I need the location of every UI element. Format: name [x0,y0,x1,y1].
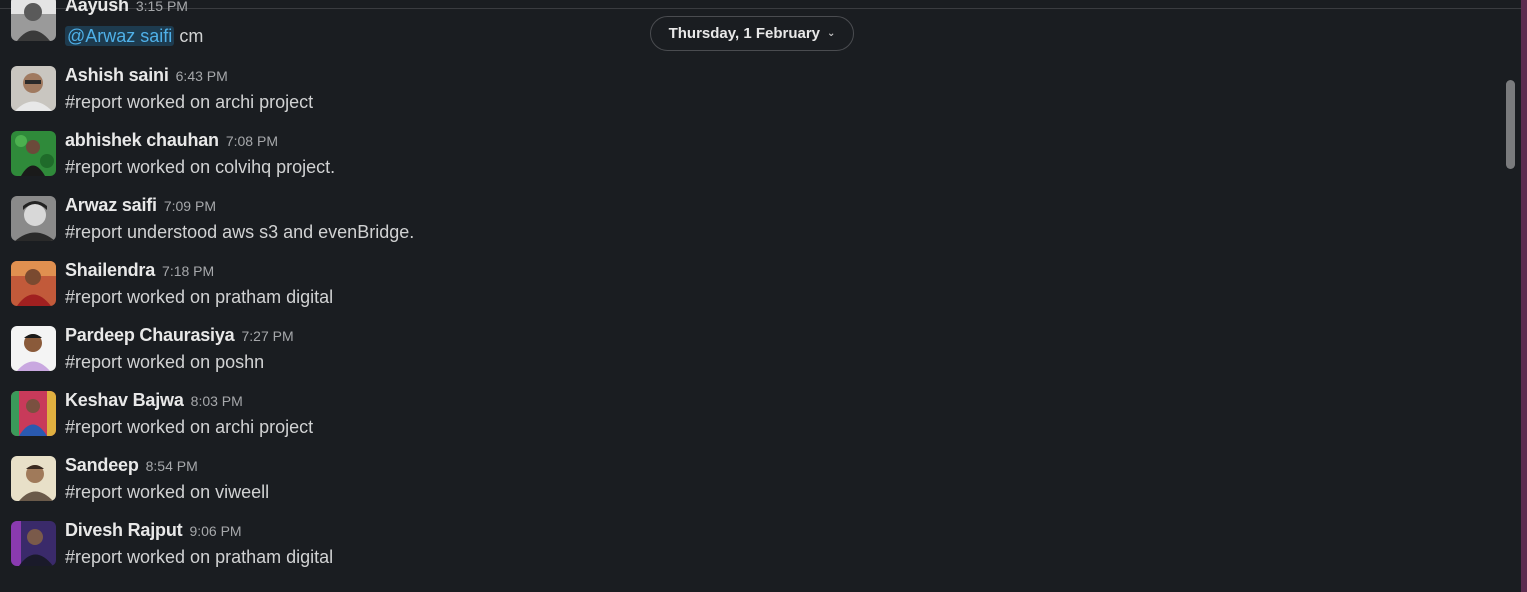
window-edge [1521,0,1527,592]
author-name[interactable]: Pardeep Chaurasiya [65,325,235,345]
user-avatar-icon [11,326,56,371]
author-name[interactable]: Keshav Bajwa [65,390,184,410]
user-avatar-icon [11,391,56,436]
message-item[interactable]: Sandeep 8:54 PM #report worked on viweell [11,454,1491,516]
timestamp[interactable]: 8:54 PM [146,458,198,474]
date-label: Thursday, 1 February [668,25,821,42]
message-header: Arwaz saifi 7:09 PM [65,194,216,216]
message-list: Aayush 3:15 PM @Arwaz saifi cm Ashish sai… [0,0,1500,592]
message-item[interactable]: Ashish saini 6:43 PM #report worked on ar… [11,64,1491,126]
message-header: Sandeep 8:54 PM [65,454,198,476]
user-avatar-icon [11,66,56,111]
date-divider-button[interactable]: Thursday, 1 February ⌄ [650,16,854,51]
avatar[interactable] [11,196,56,241]
timestamp[interactable]: 7:09 PM [164,198,216,214]
avatar[interactable] [11,521,56,566]
message-item[interactable]: abhishek chauhan 7:08 PM #report worked o… [11,129,1491,191]
message-text: #report worked on pratham digital [65,547,334,567]
message-item[interactable]: Divesh Rajput 9:06 PM #report worked on p… [11,519,1491,581]
avatar[interactable] [11,131,56,176]
message-header: Ashish saini 6:43 PM [65,64,228,86]
message-text: #report worked on viweell [65,482,270,502]
timestamp[interactable]: 3:15 PM [136,0,188,14]
avatar[interactable] [11,456,56,501]
message-text: #report worked on archi project [65,92,314,112]
timestamp[interactable]: 7:08 PM [226,133,278,149]
message-item[interactable]: Pardeep Chaurasiya 7:27 PM #report worked… [11,324,1491,386]
user-avatar-icon [11,521,56,566]
user-avatar-icon [11,0,56,41]
message-header: Divesh Rajput 9:06 PM [65,519,242,541]
timestamp[interactable]: 7:27 PM [241,328,293,344]
message-header: abhishek chauhan 7:08 PM [65,129,278,151]
user-mention[interactable]: @Arwaz saifi [65,26,175,46]
author-name[interactable]: Divesh Rajput [65,520,183,540]
message-body: cm [179,26,204,46]
message-item[interactable]: Keshav Bajwa 8:03 PM #report worked on ar… [11,389,1491,451]
message-text: @Arwaz saifi cm [65,25,203,47]
message-text: #report worked on poshn [65,352,265,372]
message-text: #report worked on colvihq project. [65,157,336,177]
user-avatar-icon [11,261,56,306]
user-avatar-icon [11,196,56,241]
message-item[interactable]: Arwaz saifi 7:09 PM #report understood aw… [11,194,1491,256]
scrollbar-thumb[interactable] [1506,80,1515,169]
avatar[interactable] [11,66,56,111]
author-name[interactable]: Aayush [65,0,129,15]
avatar[interactable] [11,261,56,306]
message-header: Keshav Bajwa 8:03 PM [65,389,243,411]
timestamp[interactable]: 7:18 PM [162,263,214,279]
author-name[interactable]: Sandeep [65,455,139,475]
chevron-down-icon: ⌄ [827,28,836,39]
avatar[interactable] [11,0,56,41]
message-header: Pardeep Chaurasiya 7:27 PM [65,324,294,346]
message-header: Aayush 3:15 PM [65,0,188,16]
author-name[interactable]: Ashish saini [65,65,169,85]
timestamp[interactable]: 8:03 PM [191,393,243,409]
author-name[interactable]: Arwaz saifi [65,195,157,215]
author-name[interactable]: abhishek chauhan [65,130,219,150]
avatar[interactable] [11,326,56,371]
message-header: Shailendra 7:18 PM [65,259,214,281]
message-text: #report worked on archi project [65,417,314,437]
author-name[interactable]: Shailendra [65,260,155,280]
timestamp[interactable]: 9:06 PM [189,523,241,539]
avatar[interactable] [11,391,56,436]
timestamp[interactable]: 6:43 PM [176,68,228,84]
user-avatar-icon [11,456,56,501]
message-text: #report understood aws s3 and evenBridge… [65,222,415,242]
message-item[interactable]: Shailendra 7:18 PM #report worked on prat… [11,259,1491,321]
user-avatar-icon [11,131,56,176]
message-text: #report worked on pratham digital [65,287,334,307]
